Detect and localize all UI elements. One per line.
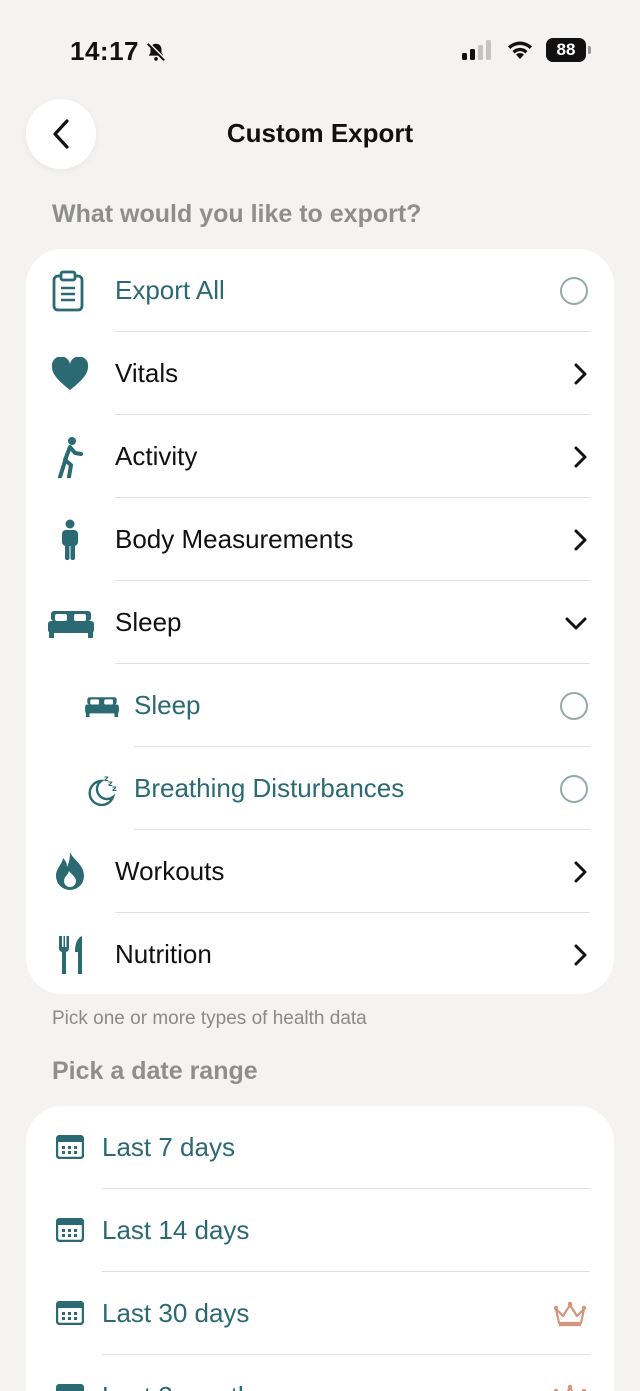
sleep-subitem-row[interactable]: Sleep — [26, 664, 614, 747]
breathing-disturbances-row[interactable]: z z z Breathing Disturbances — [26, 747, 614, 830]
flame-icon — [52, 850, 88, 892]
sleep-subitem-label: Sleep — [134, 690, 201, 720]
chevron-right-icon — [572, 445, 588, 469]
export-all-radio[interactable] — [560, 276, 588, 305]
person-icon — [50, 518, 90, 562]
activity-label: Activity — [115, 441, 198, 471]
date-option-3-months[interactable]: Last 3 months — [26, 1355, 614, 1391]
date-option-label: Last 30 days — [102, 1298, 250, 1328]
sleep-radio[interactable] — [560, 691, 588, 720]
bed-icon — [84, 692, 120, 720]
breathing-disturbances-radio[interactable] — [560, 774, 588, 803]
clipboard-icon — [48, 270, 88, 312]
signal-icon — [462, 40, 491, 60]
calendar-icon — [56, 1300, 84, 1326]
fork-knife-icon — [54, 933, 88, 977]
date-option-7-days[interactable]: Last 7 days — [26, 1106, 614, 1189]
crown-icon — [552, 1301, 588, 1327]
date-option-label: Last 14 days — [102, 1215, 250, 1245]
nutrition-label: Nutrition — [115, 939, 212, 969]
battery-level: 88 — [556, 40, 576, 59]
sleep-category-row[interactable]: Sleep — [26, 581, 614, 664]
export-all-label: Export All — [115, 275, 225, 305]
date-option-30-days[interactable]: Last 30 days — [26, 1272, 614, 1355]
status-bar: 14:17 88 — [0, 0, 640, 100]
export-hint: Pick one or more types of health data — [52, 1008, 367, 1029]
breathing-disturbances-label: Breathing Disturbances — [134, 773, 405, 803]
workouts-label: Workouts — [115, 856, 225, 886]
svg-text:z: z — [112, 784, 117, 793]
nutrition-row[interactable]: Nutrition — [26, 913, 614, 994]
status-time: 14:17 — [70, 36, 167, 67]
chevron-right-icon — [572, 528, 588, 552]
wifi-icon — [508, 41, 532, 59]
battery-indicator: 88 — [546, 38, 591, 62]
body-measurements-row[interactable]: Body Measurements — [26, 498, 614, 581]
heart-icon — [50, 354, 90, 394]
date-option-14-days[interactable]: Last 14 days — [26, 1189, 614, 1272]
workouts-row[interactable]: Workouts — [26, 830, 614, 913]
date-option-label: Last 3 months — [102, 1381, 265, 1391]
moon-zzz-icon: z z z — [86, 771, 120, 807]
chevron-down-icon — [564, 615, 588, 631]
export-section-heading: What would you like to export? — [52, 200, 422, 228]
calendar-icon — [56, 1134, 84, 1160]
vitals-label: Vitals — [115, 358, 179, 388]
export-options-card: Export All Vitals Activity Body Measurem… — [26, 249, 614, 994]
crown-icon — [552, 1384, 588, 1391]
clock-text: 14:17 — [70, 36, 139, 66]
bed-icon — [48, 605, 94, 641]
chevron-right-icon — [572, 860, 588, 884]
date-range-card: Last 7 days Last 14 days Last 30 days — [26, 1106, 614, 1391]
calendar-icon — [56, 1383, 84, 1391]
body-measurements-label: Body Measurements — [115, 524, 354, 554]
chevron-right-icon — [572, 362, 588, 386]
calendar-icon — [56, 1217, 84, 1243]
activity-row[interactable]: Activity — [26, 415, 614, 498]
export-all-row[interactable]: Export All — [26, 249, 614, 332]
bell-slash-icon — [146, 41, 167, 61]
status-indicators: 88 — [462, 38, 591, 62]
sleep-category-label: Sleep — [115, 607, 182, 637]
chevron-right-icon — [572, 943, 588, 967]
date-section-heading: Pick a date range — [52, 1057, 258, 1085]
page-title: Custom Export — [226, 118, 414, 148]
walking-icon — [50, 435, 90, 479]
vitals-row[interactable]: Vitals — [26, 332, 614, 415]
date-option-label: Last 7 days — [102, 1132, 235, 1162]
